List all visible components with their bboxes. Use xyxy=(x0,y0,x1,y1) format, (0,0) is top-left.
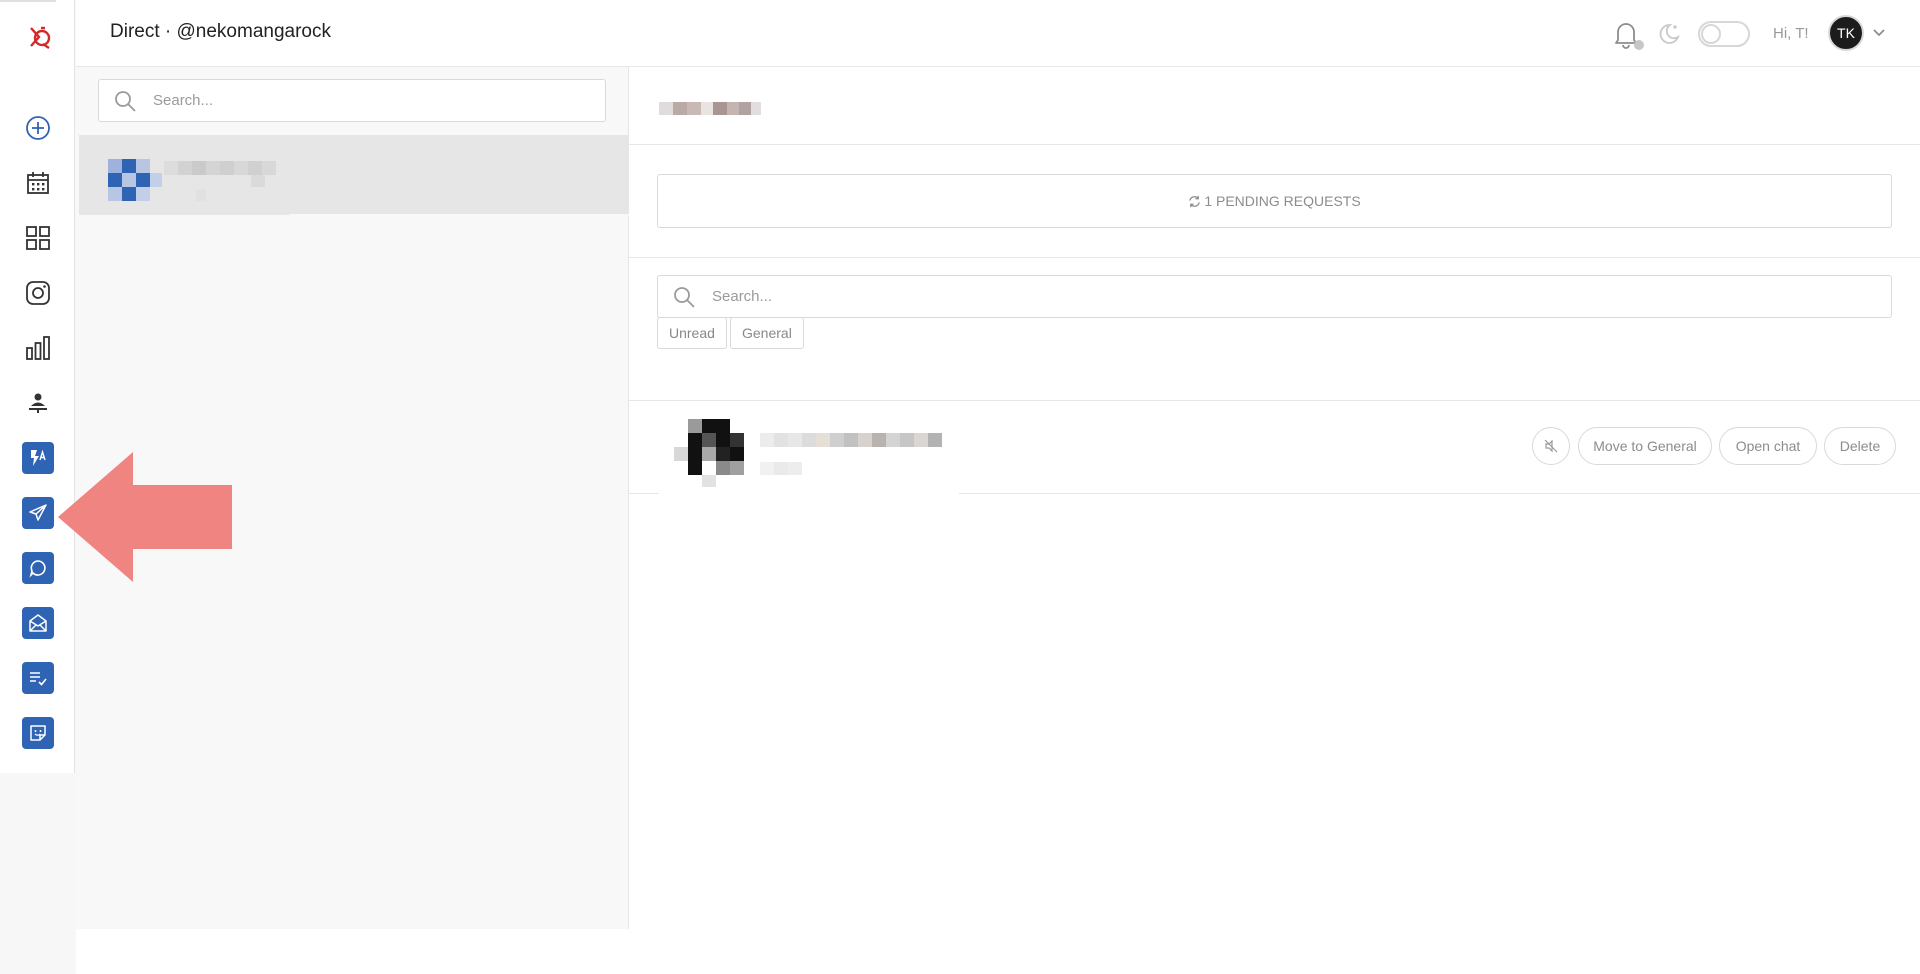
conversation-search[interactable]: Search... xyxy=(98,79,606,122)
pending-requests-button[interactable]: 1 PENDING REQUESTS xyxy=(657,174,1892,228)
conversation-item[interactable] xyxy=(79,135,629,215)
requests-filter-section: Search... Unread General xyxy=(629,258,1920,401)
pending-requests-section: 1 PENDING REQUESTS xyxy=(629,145,1920,258)
grid-icon[interactable] xyxy=(22,222,54,254)
search-placeholder: Search... xyxy=(153,92,214,109)
open-chat-button[interactable]: Open chat xyxy=(1719,427,1817,465)
dark-mode-moon-icon[interactable] xyxy=(1656,21,1682,47)
search-icon xyxy=(115,91,136,112)
requests-pane: 1 PENDING REQUESTS Search... Unread Gene… xyxy=(629,67,1920,929)
pending-requests-label: 1 PENDING REQUESTS xyxy=(1204,193,1361,209)
search-placeholder: Search... xyxy=(712,288,773,305)
add-circle-icon[interactable] xyxy=(22,112,54,144)
speaker-mute-icon xyxy=(1544,439,1558,453)
sticker-icon[interactable] xyxy=(22,717,54,749)
sidebar-top-divider xyxy=(0,0,56,2)
conversation-item-divider xyxy=(289,214,629,216)
chevron-down-icon[interactable] xyxy=(1872,26,1886,40)
mail-open-icon[interactable] xyxy=(22,607,54,639)
tab-unread[interactable]: Unread xyxy=(657,317,727,349)
move-to-general-button[interactable]: Move to General xyxy=(1578,427,1712,465)
top-bar: Direct · @nekomangarock Hi, T! TK xyxy=(76,0,1920,67)
highlight-arrow xyxy=(58,452,232,582)
person-podium-icon[interactable] xyxy=(22,387,54,419)
instagram-icon[interactable] xyxy=(22,277,54,309)
checklist-icon[interactable] xyxy=(22,662,54,694)
search-icon xyxy=(674,287,695,308)
calendar-icon[interactable] xyxy=(22,167,54,199)
tab-general[interactable]: General xyxy=(730,317,804,349)
toggle-knob xyxy=(1701,24,1721,44)
request-row[interactable]: Move to General Open chat Delete xyxy=(629,401,1920,494)
requests-search[interactable]: Search... xyxy=(657,275,1892,318)
flash-text-icon[interactable] xyxy=(22,442,54,474)
page-title: Direct · @nekomangarock xyxy=(110,21,331,42)
dark-mode-toggle[interactable] xyxy=(1698,21,1750,47)
chat-bubble-icon[interactable] xyxy=(22,552,54,584)
delete-button[interactable]: Delete xyxy=(1824,427,1896,465)
mute-button[interactable] xyxy=(1532,427,1570,465)
requests-header xyxy=(629,67,1920,145)
sidebar-panel xyxy=(0,0,75,773)
refresh-icon xyxy=(1189,195,1201,207)
send-icon[interactable] xyxy=(22,497,54,529)
avatar[interactable]: TK xyxy=(1828,15,1864,51)
bar-chart-icon[interactable] xyxy=(22,332,54,364)
app-logo[interactable] xyxy=(25,24,53,50)
greeting-text: Hi, T! xyxy=(1773,25,1809,42)
notification-dot xyxy=(1634,40,1644,50)
